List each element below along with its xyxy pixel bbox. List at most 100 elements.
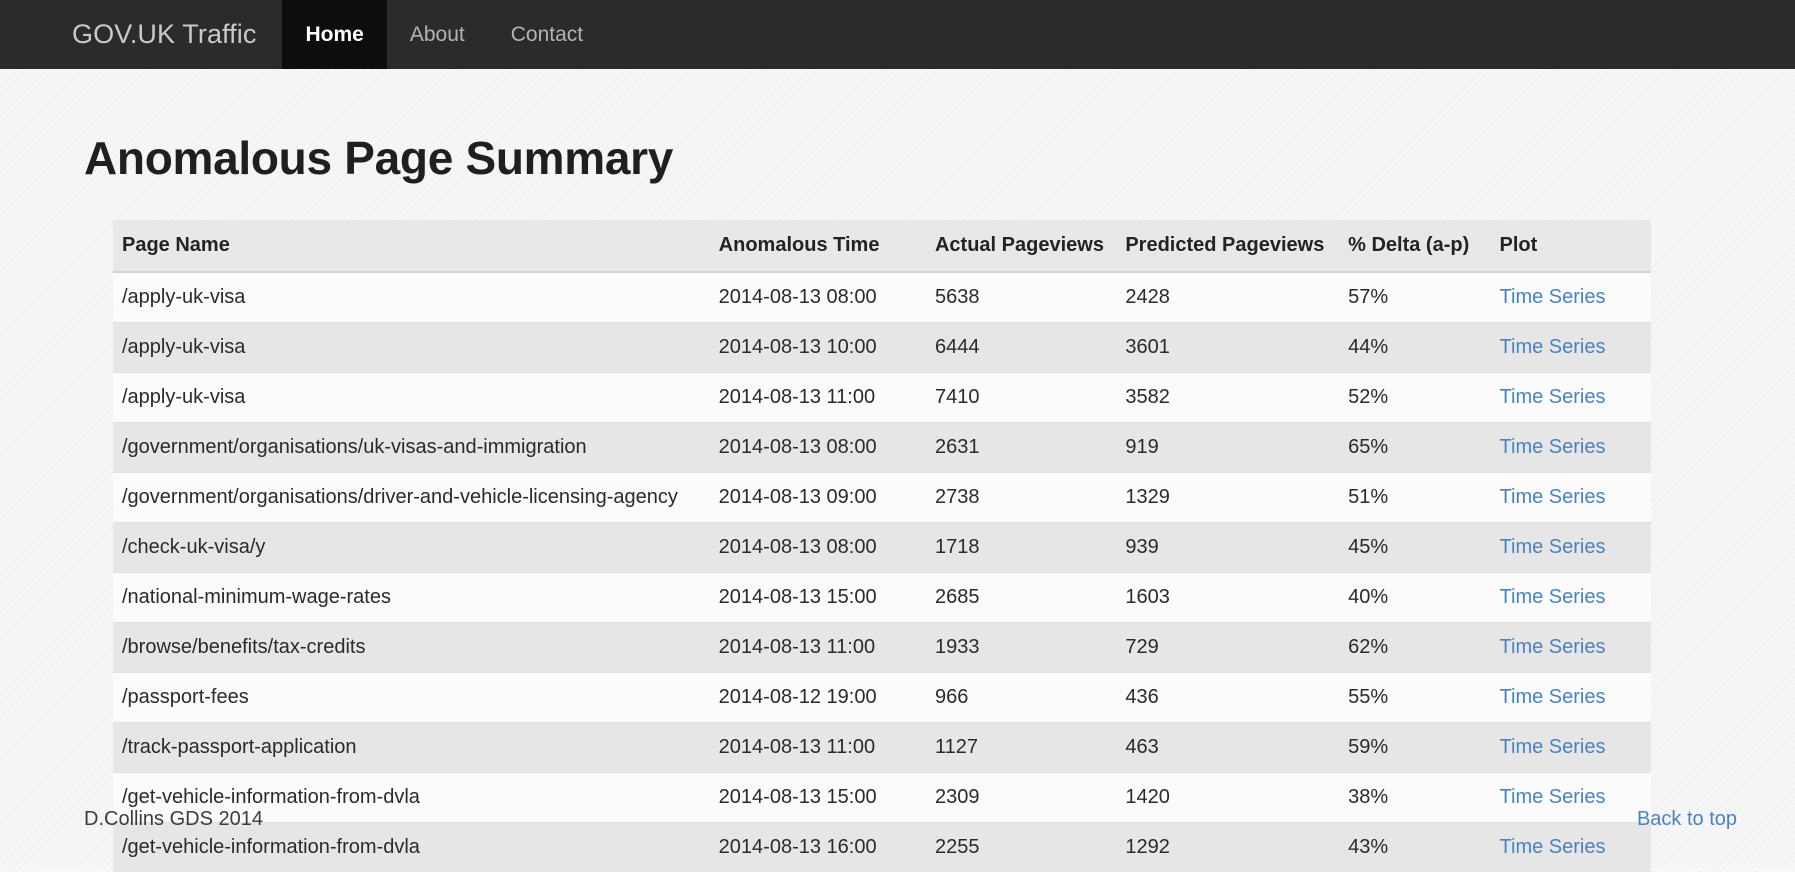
cell-predicted-pageviews: 3582 [1125, 373, 1348, 423]
cell-predicted-pageviews: 939 [1125, 523, 1348, 573]
cell-page-name: /government/organisations/driver-and-veh… [113, 473, 719, 523]
cell-anomalous-time: 2014-08-13 15:00 [719, 573, 935, 623]
anomalous-page-summary-table: Page Name Anomalous Time Actual Pageview… [113, 220, 1651, 872]
cell-plot: Time Series [1500, 573, 1651, 623]
cell-anomalous-time: 2014-08-13 10:00 [719, 323, 935, 373]
table-row: /apply-uk-visa2014-08-13 08:005638242857… [113, 272, 1651, 323]
cell-percent-delta: 52% [1348, 373, 1499, 423]
back-to-top-link[interactable]: Back to top [1637, 808, 1737, 831]
cell-actual-pageviews: 5638 [935, 272, 1125, 323]
cell-plot: Time Series [1500, 523, 1651, 573]
cell-plot: Time Series [1500, 373, 1651, 423]
cell-predicted-pageviews: 463 [1125, 723, 1348, 773]
cell-predicted-pageviews: 3601 [1125, 323, 1348, 373]
table-header-row: Page Name Anomalous Time Actual Pageview… [113, 220, 1651, 272]
cell-anomalous-time: 2014-08-13 11:00 [719, 723, 935, 773]
table-row: /check-uk-visa/y2014-08-13 08:0017189394… [113, 523, 1651, 573]
anomalous-page-summary-table-wrap: Page Name Anomalous Time Actual Pageview… [113, 220, 1651, 872]
cell-anomalous-time: 2014-08-13 08:00 [719, 523, 935, 573]
table-row: /national-minimum-wage-rates2014-08-13 1… [113, 573, 1651, 623]
column-header-plot[interactable]: Plot [1500, 220, 1651, 272]
footer-credit: D.Collins GDS 2014 [84, 808, 263, 831]
cell-predicted-pageviews: 729 [1125, 623, 1348, 673]
page-title: Anomalous Page Summary [0, 69, 1795, 185]
cell-page-name: /track-passport-application [113, 723, 719, 773]
cell-percent-delta: 44% [1348, 323, 1499, 373]
table-header: Page Name Anomalous Time Actual Pageview… [113, 220, 1651, 272]
cell-percent-delta: 45% [1348, 523, 1499, 573]
time-series-link[interactable]: Time Series [1500, 536, 1606, 558]
cell-anomalous-time: 2014-08-13 08:00 [719, 272, 935, 323]
time-series-link[interactable]: Time Series [1500, 386, 1606, 408]
cell-percent-delta: 62% [1348, 623, 1499, 673]
cell-predicted-pageviews: 436 [1125, 673, 1348, 723]
time-series-link[interactable]: Time Series [1500, 486, 1606, 508]
cell-page-name: /check-uk-visa/y [113, 523, 719, 573]
cell-actual-pageviews: 7410 [935, 373, 1125, 423]
cell-percent-delta: 55% [1348, 673, 1499, 723]
cell-anomalous-time: 2014-08-13 11:00 [719, 623, 935, 673]
brand-logo[interactable]: GOV.UK Traffic [72, 0, 282, 69]
cell-actual-pageviews: 6444 [935, 323, 1125, 373]
cell-anomalous-time: 2014-08-13 09:00 [719, 473, 935, 523]
top-navbar: GOV.UK Traffic Home About Contact [0, 0, 1795, 69]
cell-actual-pageviews: 1933 [935, 623, 1125, 673]
time-series-link[interactable]: Time Series [1500, 586, 1606, 608]
time-series-link[interactable]: Time Series [1500, 286, 1606, 308]
time-series-link[interactable]: Time Series [1500, 336, 1606, 358]
cell-actual-pageviews: 1127 [935, 723, 1125, 773]
cell-plot: Time Series [1500, 623, 1651, 673]
cell-page-name: /passport-fees [113, 673, 719, 723]
cell-predicted-pageviews: 919 [1125, 423, 1348, 473]
cell-anomalous-time: 2014-08-13 11:00 [719, 373, 935, 423]
time-series-link[interactable]: Time Series [1500, 686, 1606, 708]
table-row: /government/organisations/uk-visas-and-i… [113, 423, 1651, 473]
cell-percent-delta: 40% [1348, 573, 1499, 623]
cell-predicted-pageviews: 2428 [1125, 272, 1348, 323]
cell-page-name: /apply-uk-visa [113, 272, 719, 323]
cell-actual-pageviews: 2631 [935, 423, 1125, 473]
cell-predicted-pageviews: 1329 [1125, 473, 1348, 523]
cell-plot: Time Series [1500, 473, 1651, 523]
cell-page-name: /apply-uk-visa [113, 323, 719, 373]
column-header-predicted-pageviews[interactable]: Predicted Pageviews [1125, 220, 1348, 272]
navbar-inner: GOV.UK Traffic Home About Contact [72, 0, 606, 69]
nav-item-home[interactable]: Home [282, 0, 386, 69]
table-row: /track-passport-application2014-08-13 11… [113, 723, 1651, 773]
time-series-link[interactable]: Time Series [1500, 736, 1606, 758]
time-series-link[interactable]: Time Series [1500, 636, 1606, 658]
cell-anomalous-time: 2014-08-13 08:00 [719, 423, 935, 473]
column-header-anomalous-time[interactable]: Anomalous Time [719, 220, 935, 272]
table-row: /passport-fees2014-08-12 19:0096643655%T… [113, 673, 1651, 723]
cell-actual-pageviews: 966 [935, 673, 1125, 723]
nav-item-about[interactable]: About [387, 0, 488, 69]
cell-plot: Time Series [1500, 423, 1651, 473]
cell-percent-delta: 51% [1348, 473, 1499, 523]
main-container: Anomalous Page Summary Page Name Anomalo… [0, 69, 1795, 872]
cell-plot: Time Series [1500, 323, 1651, 373]
cell-percent-delta: 59% [1348, 723, 1499, 773]
cell-page-name: /government/organisations/uk-visas-and-i… [113, 423, 719, 473]
table-row: /browse/benefits/tax-credits2014-08-13 1… [113, 623, 1651, 673]
cell-plot: Time Series [1500, 673, 1651, 723]
nav-item-contact[interactable]: Contact [488, 0, 606, 69]
cell-percent-delta: 65% [1348, 423, 1499, 473]
table-row: /government/organisations/driver-and-veh… [113, 473, 1651, 523]
column-header-actual-pageviews[interactable]: Actual Pageviews [935, 220, 1125, 272]
cell-page-name: /national-minimum-wage-rates [113, 573, 719, 623]
cell-anomalous-time: 2014-08-12 19:00 [719, 673, 935, 723]
cell-predicted-pageviews: 1603 [1125, 573, 1348, 623]
cell-plot: Time Series [1500, 723, 1651, 773]
column-header-page-name[interactable]: Page Name [113, 220, 719, 272]
column-header-percent-delta[interactable]: % Delta (a-p) [1348, 220, 1499, 272]
time-series-link[interactable]: Time Series [1500, 436, 1606, 458]
page-footer: D.Collins GDS 2014 Back to top [0, 800, 1795, 860]
cell-percent-delta: 57% [1348, 272, 1499, 323]
table-row: /apply-uk-visa2014-08-13 10:006444360144… [113, 323, 1651, 373]
cell-actual-pageviews: 2685 [935, 573, 1125, 623]
table-body: /apply-uk-visa2014-08-13 08:005638242857… [113, 272, 1651, 872]
cell-actual-pageviews: 2738 [935, 473, 1125, 523]
cell-actual-pageviews: 1718 [935, 523, 1125, 573]
cell-page-name: /browse/benefits/tax-credits [113, 623, 719, 673]
table-row: /apply-uk-visa2014-08-13 11:007410358252… [113, 373, 1651, 423]
